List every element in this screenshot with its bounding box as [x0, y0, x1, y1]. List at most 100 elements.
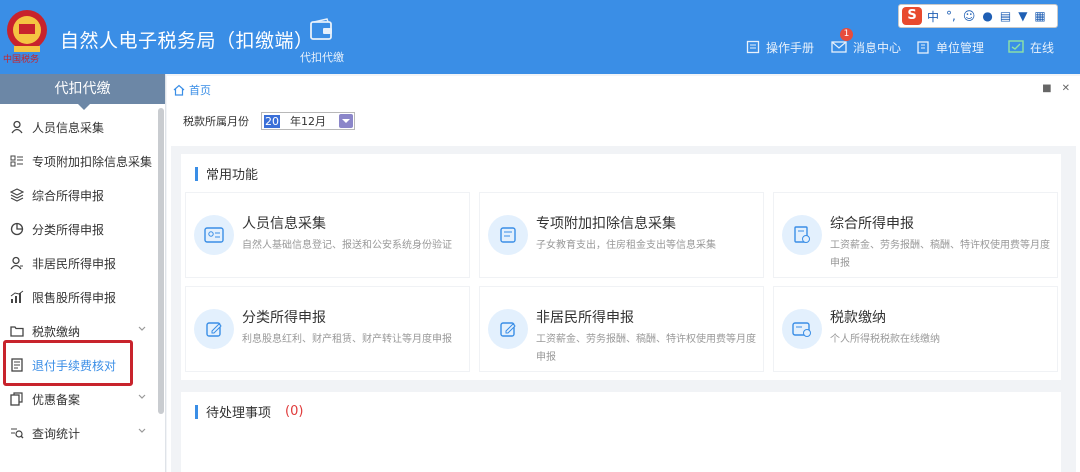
- func-comprehensive-income[interactable]: 综合所得申报 工资薪金、劳务报酬、稿酬、特许权使用费等月度申报: [773, 192, 1058, 278]
- online-status[interactable]: 在线: [1008, 38, 1054, 56]
- func-desc: 自然人基础信息登记、报送和公安系统身份验证: [242, 240, 452, 251]
- func-personnel-collection[interactable]: 人员信息采集 自然人基础信息登记、报送和公安系统身份验证: [185, 192, 470, 278]
- tax-period-year-selected: 20: [264, 114, 280, 128]
- sidebar-item-label: 税款缴纳: [32, 324, 81, 339]
- emoji-icon[interactable]: ☺: [963, 9, 976, 23]
- func-desc: 个人所得税税款在线缴纳: [830, 334, 940, 345]
- func-tax-payment[interactable]: 税款缴纳 个人所得税税款在线缴纳: [773, 286, 1058, 372]
- breadcrumb-home[interactable]: 首页: [189, 82, 211, 98]
- pending-count[interactable]: (0): [285, 404, 303, 419]
- func-desc: 工资薪金、劳务报酬、稿酬、特许权使用费等月度申报: [536, 334, 756, 363]
- watermark: 大数跨境: [6, 440, 118, 469]
- messages-label: 消息中心: [853, 40, 902, 55]
- func-title: 分类所得申报: [242, 310, 326, 326]
- func-title: 税款缴纳: [830, 310, 886, 326]
- title-accent-bar: [195, 404, 198, 419]
- sidebar-scrollbar[interactable]: [158, 108, 164, 414]
- common-functions-card: 常用功能 人员信息采集 自然人基础信息登记、报送和公安系统身份验证 专项附加扣除…: [181, 154, 1061, 380]
- func-desc: 利息股息红利、财产租赁、财产转让等月度申报: [242, 334, 452, 345]
- bar-chart-icon: [10, 290, 24, 303]
- mail-icon: [831, 41, 847, 53]
- sidebar-item-label: 限售股所得申报: [32, 290, 117, 305]
- unit-management-link[interactable]: 单位管理: [916, 38, 984, 56]
- edit-icon: [488, 309, 528, 349]
- layers-icon: [10, 188, 24, 202]
- payment-card-icon: [782, 309, 822, 349]
- chevron-down-icon: [138, 428, 146, 433]
- func-special-deduction[interactable]: 专项附加扣除信息采集 子女教育支出，住房租金支出等信息采集: [479, 192, 764, 278]
- folder-icon: [10, 326, 24, 337]
- main-content: 首页 ■ ✕ 税款所属月份 20 年12月 常用功能 人员信息采集 自然人基础信…: [167, 76, 1080, 472]
- tax-period-field: 税款所属月份 20 年12月: [183, 112, 355, 130]
- func-classified-income[interactable]: 分类所得申报 利息股息红利、财产租赁、财产转让等月度申报: [185, 286, 470, 372]
- message-center-link[interactable]: 1 消息中心: [831, 28, 902, 56]
- module-tab-withholding[interactable]: 代扣代缴: [294, 18, 350, 65]
- sidebar-item-label: 分类所得申报: [32, 222, 105, 237]
- list-icon: [10, 155, 23, 167]
- sidebar-title: 代扣代缴: [0, 74, 165, 110]
- calendar-dropdown-icon[interactable]: [339, 114, 353, 128]
- common-functions-title: 常用功能: [195, 164, 258, 183]
- func-title: 专项附加扣除信息采集: [536, 216, 676, 232]
- sidebar-item-label: 专项附加扣除信息采集: [32, 154, 153, 169]
- func-desc: 工资薪金、劳务报酬、稿酬、特许权使用费等月度申报: [830, 240, 1050, 269]
- book-icon: [746, 40, 760, 54]
- title-accent-bar: [195, 166, 198, 181]
- close-icon[interactable]: ✕: [1062, 83, 1070, 94]
- ime-toolbar[interactable]: S 中 °, ☺ ● ▤ ▼ ▦: [898, 4, 1058, 28]
- func-title: 综合所得申报: [830, 216, 914, 232]
- annotation-highlight-box: [3, 340, 133, 386]
- manual-label: 操作手册: [766, 40, 815, 55]
- wallet-icon: [310, 18, 332, 40]
- sidebar-item-personnel[interactable]: 人员信息采集: [0, 110, 158, 144]
- edit-icon: [194, 309, 234, 349]
- person-icon: [11, 120, 23, 134]
- sidebar-item-restricted-shares[interactable]: 限售股所得申报: [0, 280, 158, 314]
- skin-icon[interactable]: ▼: [1018, 9, 1027, 23]
- punctuation-icon[interactable]: °,: [946, 9, 956, 23]
- func-title: 非居民所得申报: [536, 310, 634, 326]
- copy-icon: [10, 392, 23, 406]
- sidebar-item-classified[interactable]: 分类所得申报: [0, 212, 158, 246]
- sidebar-item-comprehensive[interactable]: 综合所得申报: [0, 178, 158, 212]
- breadcrumb[interactable]: 首页: [173, 82, 211, 98]
- message-badge: 1: [840, 28, 853, 41]
- tax-period-month: 年12月: [290, 115, 326, 128]
- restore-icon[interactable]: ■: [1042, 83, 1051, 94]
- pending-items-title-text: 待处理事项: [206, 406, 272, 421]
- tax-period-select[interactable]: 20 年12月: [261, 112, 355, 130]
- person-minus-icon: [10, 256, 23, 270]
- logo-text: 中国税务: [3, 55, 40, 65]
- sidebar-item-nonresident[interactable]: 非居民所得申报: [0, 246, 158, 280]
- pending-items-title: 待处理事项 (0): [195, 402, 303, 421]
- func-nonresident-income[interactable]: 非居民所得申报 工资薪金、劳务报酬、稿酬、特许权使用费等月度申报: [479, 286, 764, 372]
- sidebar: 代扣代缴 人员信息采集 专项附加扣除信息采集 综合所得申报 分类所得申报 非居民…: [0, 74, 166, 472]
- func-title: 人员信息采集: [242, 216, 326, 232]
- pie-icon: [10, 222, 24, 236]
- toolbox-icon[interactable]: ▦: [1034, 9, 1045, 23]
- sidebar-item-label: 人员信息采集: [32, 120, 105, 135]
- watermark-logo-icon: [6, 442, 32, 467]
- chevron-down-icon: [138, 394, 146, 399]
- sidebar-item-special-deduction[interactable]: 专项附加扣除信息采集: [0, 144, 158, 178]
- dashboard-panel: 常用功能 人员信息采集 自然人基础信息登记、报送和公安系统身份验证 专项附加扣除…: [171, 146, 1076, 472]
- module-label: 代扣代缴: [300, 51, 344, 64]
- sidebar-item-preferential-filing[interactable]: 优惠备案: [0, 382, 158, 416]
- app-header: 中国税务 自然人电子税务局（扣缴端） 代扣代缴 操作手册 1 消息中心 单位管理…: [0, 0, 1080, 74]
- manual-link[interactable]: 操作手册: [746, 38, 814, 56]
- pending-items-card: 待处理事项 (0): [181, 392, 1061, 472]
- online-check-icon: [1008, 40, 1024, 53]
- sidebar-title-text: 代扣代缴: [54, 81, 111, 97]
- keyboard-icon[interactable]: ▤: [1000, 9, 1011, 23]
- sidebar-item-label: 非居民所得申报: [32, 256, 117, 271]
- sidebar-item-label: 优惠备案: [32, 392, 81, 407]
- chevron-down-icon: [138, 326, 146, 331]
- ime-mode[interactable]: 中: [927, 8, 939, 25]
- sogou-logo: S: [902, 7, 922, 25]
- microphone-icon[interactable]: ●: [982, 9, 992, 23]
- tax-form-icon: [782, 215, 822, 255]
- window-controls: ■ ✕: [1042, 83, 1070, 94]
- app-title: 自然人电子税务局（扣缴端）: [60, 30, 314, 52]
- common-functions-title-text: 常用功能: [206, 168, 259, 183]
- calendar-doc-icon: [488, 215, 528, 255]
